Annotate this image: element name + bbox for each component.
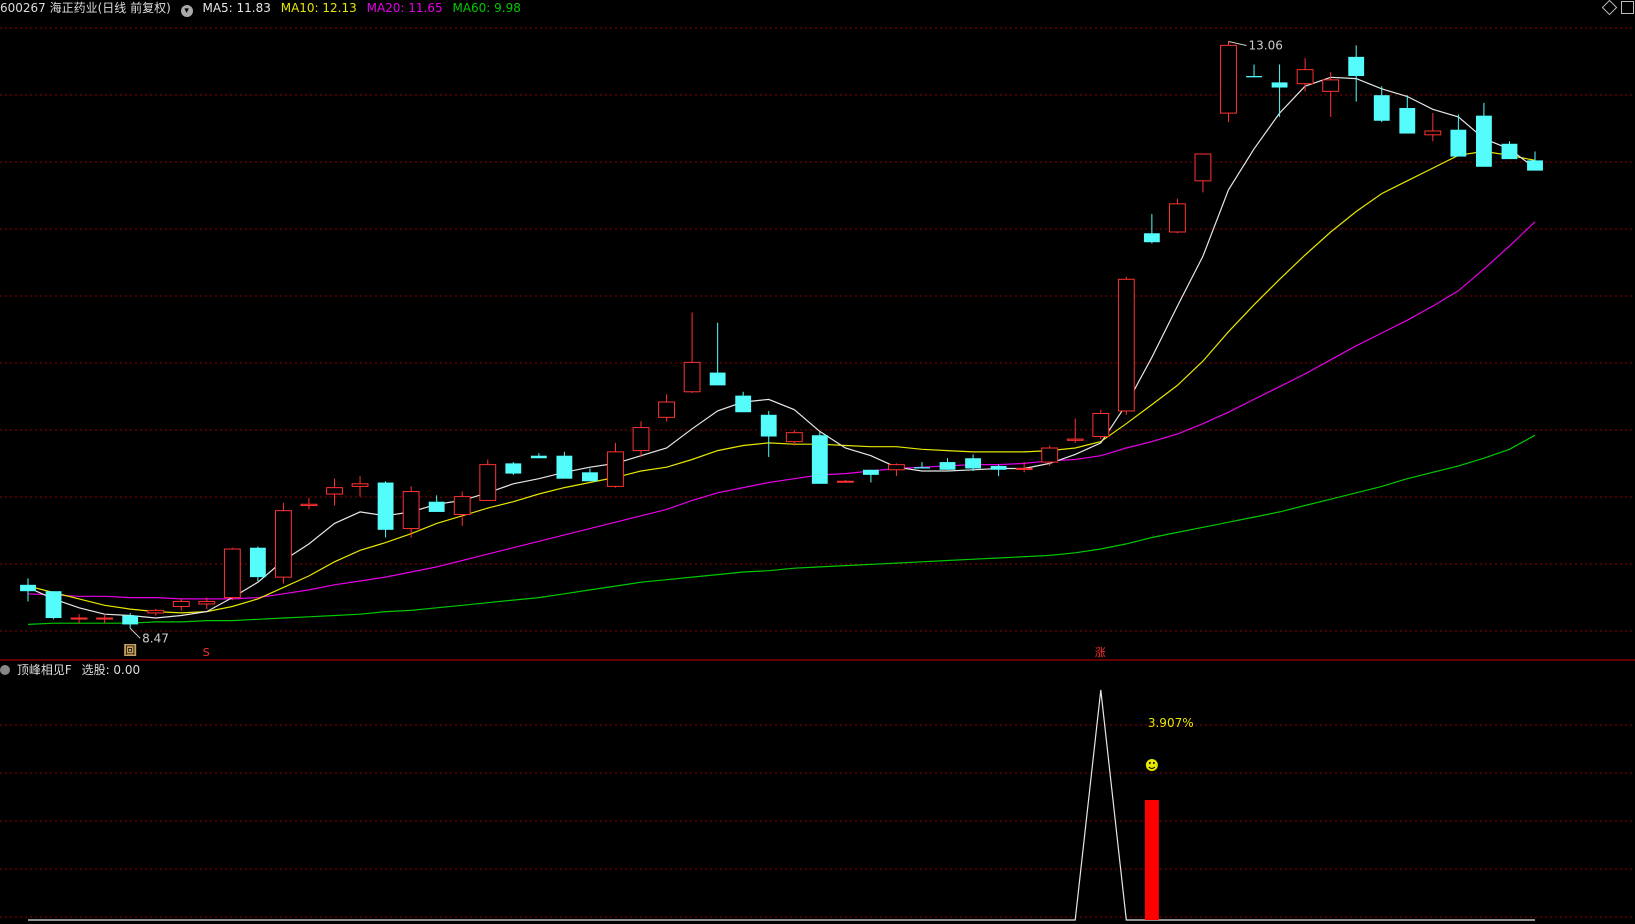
low-label: 8.47 xyxy=(142,631,169,645)
candle-body xyxy=(1168,203,1186,233)
ma5-line xyxy=(27,76,1536,619)
ma60-label: MA60: 9.98 xyxy=(452,1,521,15)
candle-body xyxy=(785,432,803,443)
candle-body xyxy=(249,547,266,578)
signal-hui: 回 xyxy=(125,645,135,657)
candle-body xyxy=(1475,115,1492,167)
candle-body xyxy=(300,503,318,507)
signal-s: S xyxy=(203,646,210,659)
candle-body xyxy=(683,361,701,393)
candle-body xyxy=(20,584,36,592)
candle-body xyxy=(965,458,981,469)
candle-body xyxy=(351,483,369,487)
indicator-bar xyxy=(1144,800,1159,920)
candle-body xyxy=(658,401,675,418)
candle-body xyxy=(811,435,828,484)
candle-body xyxy=(1271,82,1288,88)
candle-body xyxy=(1450,129,1467,157)
candle-body xyxy=(198,600,216,605)
candle-body xyxy=(990,465,1007,470)
candle-body xyxy=(1194,153,1212,182)
candle-body xyxy=(1424,130,1442,136)
candle-body xyxy=(1373,95,1390,121)
candle-body xyxy=(1117,278,1135,412)
smiley-eye xyxy=(1148,762,1151,764)
candle-body xyxy=(632,427,650,452)
candle-body xyxy=(1041,447,1059,463)
candle-body xyxy=(172,600,190,608)
smiley-icon xyxy=(1145,759,1158,771)
candle-body xyxy=(556,455,573,479)
candle-body xyxy=(914,467,930,469)
candle-body xyxy=(1348,56,1365,77)
candlesticks xyxy=(20,41,1543,629)
candle-body xyxy=(1015,467,1033,470)
candle-body xyxy=(223,548,241,599)
ma10-line xyxy=(27,150,1536,614)
signal-zhang: 涨 xyxy=(1095,646,1106,659)
candle-body xyxy=(122,615,139,625)
candle-body xyxy=(1501,143,1518,160)
candle-body xyxy=(45,591,62,619)
candle-body xyxy=(607,451,624,487)
restore-icon[interactable] xyxy=(1621,1,1634,14)
smiley-eye xyxy=(1152,762,1155,764)
indicator-name[interactable]: 顶峰相见F xyxy=(17,663,72,677)
candle-body xyxy=(377,482,394,530)
candle-body xyxy=(1220,44,1237,114)
candle-body xyxy=(326,487,343,495)
candle-body xyxy=(1399,107,1416,134)
chart-markers: 13.06 8.47 回 S 涨 xyxy=(124,39,1283,659)
indicator-percent: 3.907% xyxy=(1148,716,1194,730)
candle-body xyxy=(1527,160,1543,171)
indicator-value: 选股: 0.00 xyxy=(81,663,141,677)
candle-body xyxy=(402,490,420,530)
candle-body xyxy=(888,464,905,471)
low-pointer xyxy=(129,627,141,639)
candle-body xyxy=(96,617,114,620)
candle-body xyxy=(505,463,522,474)
stock-title[interactable]: 600267 海正药业(日线 前复权) xyxy=(0,1,171,15)
candle-body xyxy=(1092,413,1110,438)
candle-body xyxy=(760,414,777,437)
candle-body xyxy=(1322,79,1340,92)
moving-averages xyxy=(27,76,1536,625)
candle-body xyxy=(709,372,726,386)
stock-chart[interactable]: 3.907% 13.06 8.47 回 S 涨 600267 海正药业(日线 前复权) … xyxy=(0,0,1635,924)
candle-body xyxy=(1296,69,1314,85)
candle-body xyxy=(453,496,471,515)
candle-body xyxy=(1143,233,1160,243)
high-label: 13.06 xyxy=(1248,39,1282,53)
chart-canvas[interactable]: 3.907% 13.06 8.47 回 S 涨 xyxy=(0,0,1635,924)
candle-body xyxy=(70,617,88,620)
candle-body xyxy=(275,510,292,578)
candle-body xyxy=(530,455,547,459)
candle-body xyxy=(479,464,497,501)
ma10-label: MA10: 12.13 xyxy=(280,1,357,15)
ma20-line xyxy=(27,221,1536,600)
dropdown-icon[interactable]: ▾ xyxy=(180,5,193,17)
ma5-label: MA5: 11.83 xyxy=(202,1,271,15)
indicator-header: 顶峰相见F 选股: 0.00 xyxy=(0,662,140,678)
main-header: 600267 海正药业(日线 前复权) ▾ MA5: 11.83 MA10: 1… xyxy=(0,0,527,17)
candle-body xyxy=(939,462,956,470)
candle-body xyxy=(862,469,879,475)
candle-body xyxy=(147,609,165,614)
candle-body xyxy=(428,501,445,512)
candle-body xyxy=(1246,76,1262,78)
candle-body xyxy=(1066,438,1084,441)
ma60-line xyxy=(27,434,1536,625)
ma20-label: MA20: 11.65 xyxy=(366,1,443,15)
candle-body xyxy=(582,472,598,482)
collapse-icon[interactable] xyxy=(0,665,10,675)
candle-body xyxy=(836,480,854,483)
candle-body xyxy=(735,395,752,413)
